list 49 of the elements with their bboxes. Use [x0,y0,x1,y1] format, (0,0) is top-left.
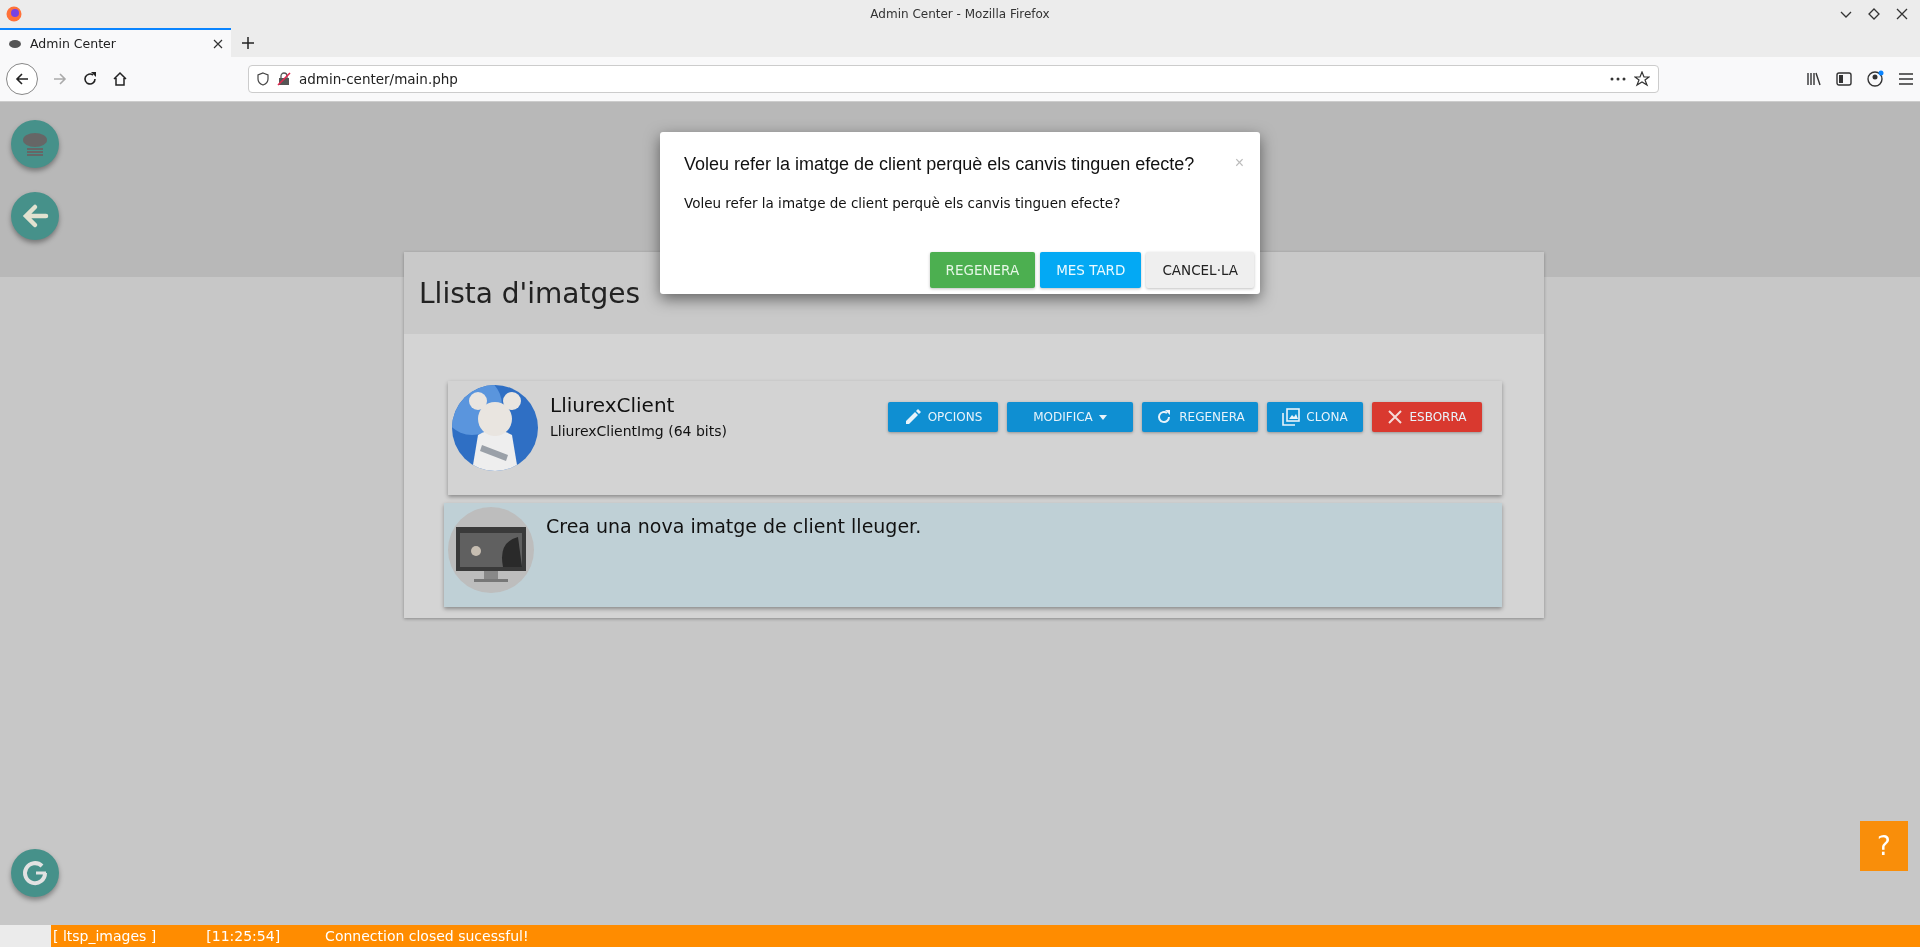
url-text: admin-center/main.php [299,71,459,87]
shield-icon [257,72,269,86]
hat-icon [8,37,22,50]
sidebar-icon[interactable] [1836,71,1852,87]
close-icon[interactable] [1896,8,1908,20]
arrow-left-icon [14,71,30,87]
star-icon[interactable] [1634,71,1650,87]
dialog-button[interactable]: MES TARD [1040,252,1142,288]
account-icon[interactable] [1866,70,1884,88]
action-button[interactable]: ESBORRA [1372,402,1482,432]
close-icon [1387,409,1404,425]
more-icon[interactable] [1610,77,1626,81]
reload-icon[interactable] [82,71,98,87]
image-subtitle: LliurexClientImg (64 bits) [550,423,728,439]
action-button[interactable]: MODIFICA [1007,402,1133,432]
status-text: Connection closed sucessful! [325,928,529,944]
dialog-message: Voleu refer la imatge de client perquè els canvis tinguen efecte? [684,195,1122,211]
library-icon[interactable] [1806,71,1822,87]
dialog-button[interactable]: CANCEL·LA [1146,252,1254,288]
image-name: LliurexClient [550,393,676,417]
back-button[interactable] [6,63,38,95]
home-button[interactable] [11,120,59,168]
new-image-row[interactable]: Crea una nova imatge de client lleuger. [444,503,1502,607]
crossed-lock-icon [277,72,291,86]
maximize-icon[interactable] [1868,8,1880,20]
window-title: Admin Center - Mozilla Firefox [870,7,1050,21]
dialog-title: Voleu refer la imatge de client perquè els canvis tinguen efecte? [684,154,1196,175]
status-text: [ ltsp_images ] [53,928,157,944]
action-button[interactable]: OPCIONS [888,402,998,432]
card-title: Llista d'imatges [419,276,641,310]
close-icon[interactable] [213,38,223,49]
home-icon[interactable] [112,71,128,87]
images-icon [1282,408,1301,426]
status-indicator [0,925,51,947]
plus-icon[interactable] [241,35,255,50]
pencil-icon [903,408,922,426]
dialog-button[interactable]: REGENERA [929,252,1036,288]
image-name: Crea una nova imatge de client lleuger. [546,515,923,537]
browser-tab[interactable]: Admin Center [0,28,231,57]
close-button[interactable]: × [1234,154,1244,172]
menu-icon[interactable] [1898,72,1914,86]
status-text: [11:25:54] [206,928,281,944]
caret-icon [1098,414,1107,420]
action-button[interactable]: REGENERA [1142,402,1258,432]
arrow-left-icon [21,202,49,230]
address-bar[interactable]: admin-center/main.php [248,65,1659,93]
power-button[interactable] [11,849,59,897]
help-button[interactable]: ? [1860,821,1908,871]
action-button[interactable]: CLONA [1267,402,1363,432]
